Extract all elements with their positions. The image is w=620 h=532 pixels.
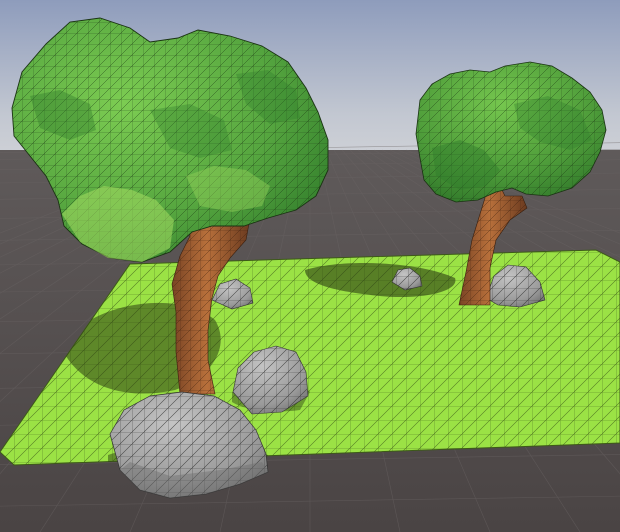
- scene-viewport[interactable]: [0, 0, 620, 532]
- tree-small-back-foliage: [415, 61, 607, 203]
- scene-canvas[interactable]: [0, 0, 620, 532]
